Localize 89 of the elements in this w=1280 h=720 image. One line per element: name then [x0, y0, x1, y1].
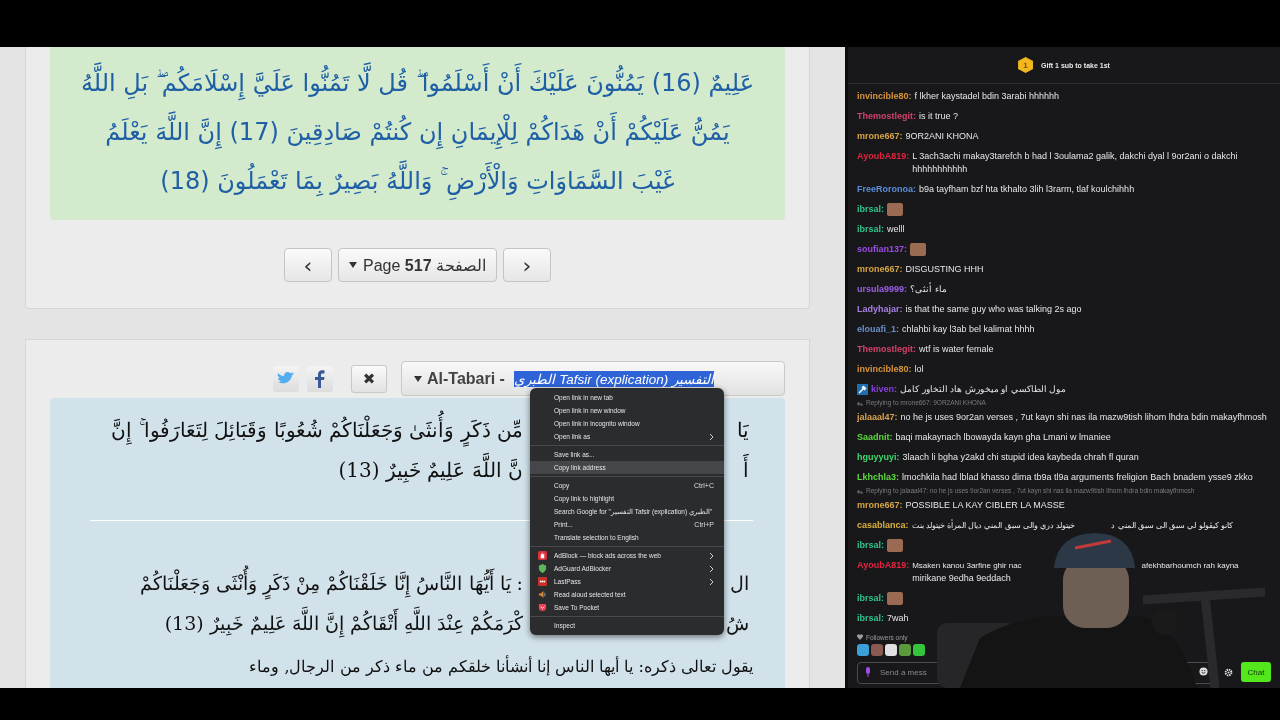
message-text: 7wah [887, 611, 910, 625]
message-text: خيتولد دري والى سبق المني ديال المرأة خيتولد بنت [911, 518, 1076, 532]
chat-username[interactable]: mrone667: [857, 262, 903, 276]
hand-icon [538, 551, 547, 560]
selected-text: الطبري Tafsir (explication) التفسير [514, 370, 714, 387]
gift-badge: 1 [1018, 57, 1034, 73]
chat-send-button[interactable]: Chat [1241, 662, 1271, 682]
message-text: 3laach li bgha y2akd chi stupid idea kaybeda chrah fl quran [902, 450, 1140, 464]
text-fragment: ال [729, 571, 750, 596]
facebook-icon[interactable] [307, 365, 333, 392]
message-text: is it true ? [919, 109, 960, 123]
text-fragment: أَ [739, 450, 753, 490]
chat-username[interactable]: Themostlegit: [857, 109, 916, 123]
text-fragment: شُ [725, 611, 750, 637]
chat-username[interactable]: ursula9999: [857, 282, 908, 296]
text-fragment: نَّ اللَّهَ عَلِيمٌ خَبِيرٌ (13) [334, 450, 527, 490]
chat-username[interactable]: elouafi_1: [857, 322, 899, 336]
emote-icon[interactable] [899, 644, 911, 656]
text-fragment: كْرَمَكُمْ عِنْدَ اللَّهِ أَتْقَاكُمْ إِنَّ اللَّهَ عَلِيمٌ خَبِيرٌ (13) [160, 603, 527, 643]
chat-username[interactable]: mrone667: [857, 498, 903, 512]
commentary-line: يقول تعالى ذكره: يا أيها الناس إنا أنشأنا خلقكم من ماء ذكر من الرجال, وماء [249, 656, 753, 678]
message-text: كانو كيڤولو لي سبق الى سبق المني د [1111, 519, 1233, 532]
chat-username[interactable]: Themostlegit: [857, 342, 916, 356]
message-text: POSSIBLE LA KAY CIBLER LA MASSE [905, 498, 1066, 512]
message-text: welll [887, 222, 906, 236]
previous-page-button[interactable]: ‹ [284, 248, 332, 282]
shield-icon [538, 564, 547, 573]
settings-icon[interactable] [1224, 667, 1233, 677]
message-text: DISGUSTING HHH [905, 262, 985, 276]
verse-line: غَيْبَ السَّمَاوَاتِ وَالْأَرْضِ ۚ وَاللَّهُ بَصِيرٌ بِمَا تَعْمَلُونَ (18) [70, 157, 765, 206]
emote-image [910, 242, 926, 256]
chat-username[interactable]: Lkhchla3: [857, 470, 899, 484]
message-text: L 3ach3achi makay3tarefch b had l 3oulama2 galik, dakchi dyal l 9or2ani o dakchi hhhhhhhhhhh [912, 149, 1239, 176]
message-text: is that the same guy who was talking 2s ago [905, 302, 1083, 316]
smiley-icon[interactable] [1199, 667, 1208, 676]
chat-username[interactable]: AyoubA819: [857, 149, 910, 163]
chat-username[interactable]: ibrsal: [857, 538, 884, 552]
chat-username[interactable]: Ladyhajar: [857, 302, 903, 316]
chat-username[interactable]: hguyyuyi: [857, 450, 900, 464]
emote-image [887, 538, 903, 552]
message-text: lol [914, 362, 925, 376]
message-text: wtf is water female [919, 342, 995, 356]
message-text: f lkher kaystadel bdin 3arabi hhhhhh [914, 89, 1061, 103]
emote-image [887, 591, 903, 605]
message-text: chlahbi kay l3ab bel kalimat hhhh [902, 322, 1036, 336]
message-text: Msaken kanou 3arfine ghir nac [912, 559, 1022, 572]
chat-username[interactable]: mrone667: [857, 129, 903, 143]
close-button[interactable]: ✖ [351, 364, 387, 393]
verse-line: عَلِيمٌ (16) يَمُنُّونَ عَلَيْكَ أَنْ أَسْلَمُوا ۖ قُل لَّا تَمُنُّوا عَلَيَّ إِسْلَامَكُم ۖ بَلِ اللَّهُ [70, 59, 765, 108]
dots-icon [538, 577, 547, 586]
chat-username[interactable]: casablanca: [857, 518, 909, 532]
message-text: 9OR2ANI KHONA [905, 129, 980, 143]
chat-username[interactable]: ibrsal: [857, 591, 884, 605]
emote-image [887, 202, 903, 216]
message-text: b9a tayfham bzf hta tkhalto 3lih l3rarm, tlaf koulchihhh [919, 182, 1136, 196]
text-fragment: يَا [736, 417, 750, 444]
chat-username[interactable]: jalaaal47: [857, 410, 898, 424]
heart-icon [857, 634, 863, 640]
emote-icon[interactable] [885, 644, 897, 656]
emote-icon[interactable] [913, 644, 925, 656]
reply-arrow-icon [857, 400, 863, 406]
chat-username[interactable]: soufian137: [857, 242, 907, 256]
text-fragment: مِّن ذَكَرٍ وَأُنثَىٰ وَجَعَلْنَاكُمْ شُعُوبًا وَقَبَائِلَ لِتَعَارَفُوا ۚ إِنَّ [107, 410, 527, 450]
tafsir-source: Al-Tabari - [427, 369, 506, 388]
chat-username[interactable]: FreeRoronoa: [857, 182, 916, 196]
message-text: mirikane 9edha 9eddach [912, 571, 1012, 585]
message-text: baqi makaynach lbowayda kayn gha Lmani w lmaniee [895, 430, 1112, 444]
chat-username[interactable]: invincible80: [857, 89, 912, 103]
reply-arrow-icon [857, 488, 863, 494]
pocket-icon [538, 603, 547, 612]
chat-username[interactable]: Saadnit: [857, 430, 893, 444]
emote-icon[interactable] [857, 644, 869, 656]
caret-icon [349, 262, 357, 268]
message-text: ماء أنثى؟ [910, 282, 948, 296]
chat-username[interactable]: ibrsal: [857, 611, 884, 625]
chat-username[interactable]: invincible80: [857, 362, 912, 376]
chat-username[interactable]: AyoubA819: [857, 558, 910, 572]
speaker-icon [538, 590, 547, 599]
chat-username[interactable]: ibrsal: [857, 222, 884, 236]
verse-line: يَمُنُّ عَلَيْكُمْ أَنْ هَدَاكُمْ لِلْإِيمَانِ إِن كُنتُمْ صَادِقِينَ (17) إِنَّ اللَّهَ يَعْلَمُ [70, 108, 765, 157]
text-fragment: : يَا أَيُّهَا النَّاسُ إِنَّا خَلَقْنَاكُمْ مِنْ ذَكَرٍ وَأُنْثَى وَجَعَلْنَاكُمْ [136, 563, 527, 603]
message-text: lmochkila had lblad khasso dima tb9a tl9a arguments freligion Bach bnadem ysse9 zkko [902, 470, 1254, 484]
message-text: مول الطاكسي او ميخورش هاد التخاور كامل [900, 382, 1068, 396]
message-text: afekhbarhoumch rah kayna [1141, 559, 1239, 572]
next-page-button[interactable]: › [503, 248, 551, 282]
microphone-icon[interactable] [865, 667, 871, 677]
chat-username[interactable]: ibrsal: [857, 202, 884, 216]
caret-icon [414, 375, 422, 382]
message-text: no he js uses 9or2an verses , 7ut kayn shi nas ila mazw9tish lihom lhdra bdin makayfhmosh [900, 410, 1268, 424]
